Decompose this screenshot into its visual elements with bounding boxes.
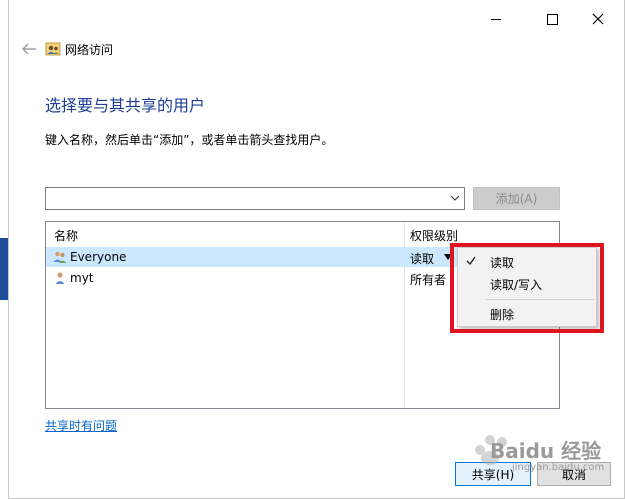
menu-separator: [486, 299, 594, 300]
menu-item-label: 读取/写入: [490, 278, 543, 292]
menu-item-label: 读取: [490, 256, 515, 270]
background-window-accent: [0, 238, 8, 300]
window-title: 网络访问: [65, 43, 114, 57]
instruction-text: 键入名称，然后单击“添加”，或者单击箭头查找用户。: [45, 133, 334, 147]
chevron-down-icon[interactable]: [450, 194, 460, 202]
sharing-help-link[interactable]: 共享时有问题: [45, 417, 117, 434]
minimize-icon: [491, 18, 501, 20]
user-name: Everyone: [70, 250, 127, 264]
add-button[interactable]: 添加(A): [473, 187, 560, 210]
maximize-button[interactable]: [529, 4, 575, 34]
list-header: 名称 权限级别: [46, 222, 559, 244]
network-users-icon: [45, 42, 61, 56]
column-header-permission[interactable]: 权限级别: [410, 227, 458, 244]
close-button[interactable]: [575, 4, 621, 34]
menu-item-label: 删除: [490, 308, 515, 322]
user-name: myt: [70, 271, 94, 285]
menu-item-remove[interactable]: 删除: [458, 302, 596, 324]
permission-level: 所有者: [410, 273, 447, 287]
minimize-button[interactable]: [473, 4, 519, 34]
menu-item-read[interactable]: 读取: [458, 250, 596, 272]
menu-item-read-write[interactable]: 读取/写入: [458, 272, 596, 294]
dropdown-arrow-icon[interactable]: [444, 254, 452, 260]
group-users-icon: [53, 251, 67, 263]
back-arrow-icon[interactable]: [21, 42, 37, 56]
maximize-icon: [546, 13, 558, 25]
column-header-name[interactable]: 名称: [54, 227, 78, 244]
user-icon: [55, 272, 65, 284]
watermark-subtext: jingyan.baidu.com: [512, 462, 605, 473]
permission-level[interactable]: 读取: [410, 250, 434, 267]
checkmark-icon: [466, 256, 476, 265]
user-name-combobox[interactable]: [45, 187, 465, 210]
watermark-text: Baidu 经验: [490, 439, 602, 463]
page-heading: 选择要与其共享的用户: [45, 96, 206, 115]
close-icon: [592, 13, 604, 25]
permission-context-menu: 读取 读取/写入 删除: [457, 247, 597, 327]
